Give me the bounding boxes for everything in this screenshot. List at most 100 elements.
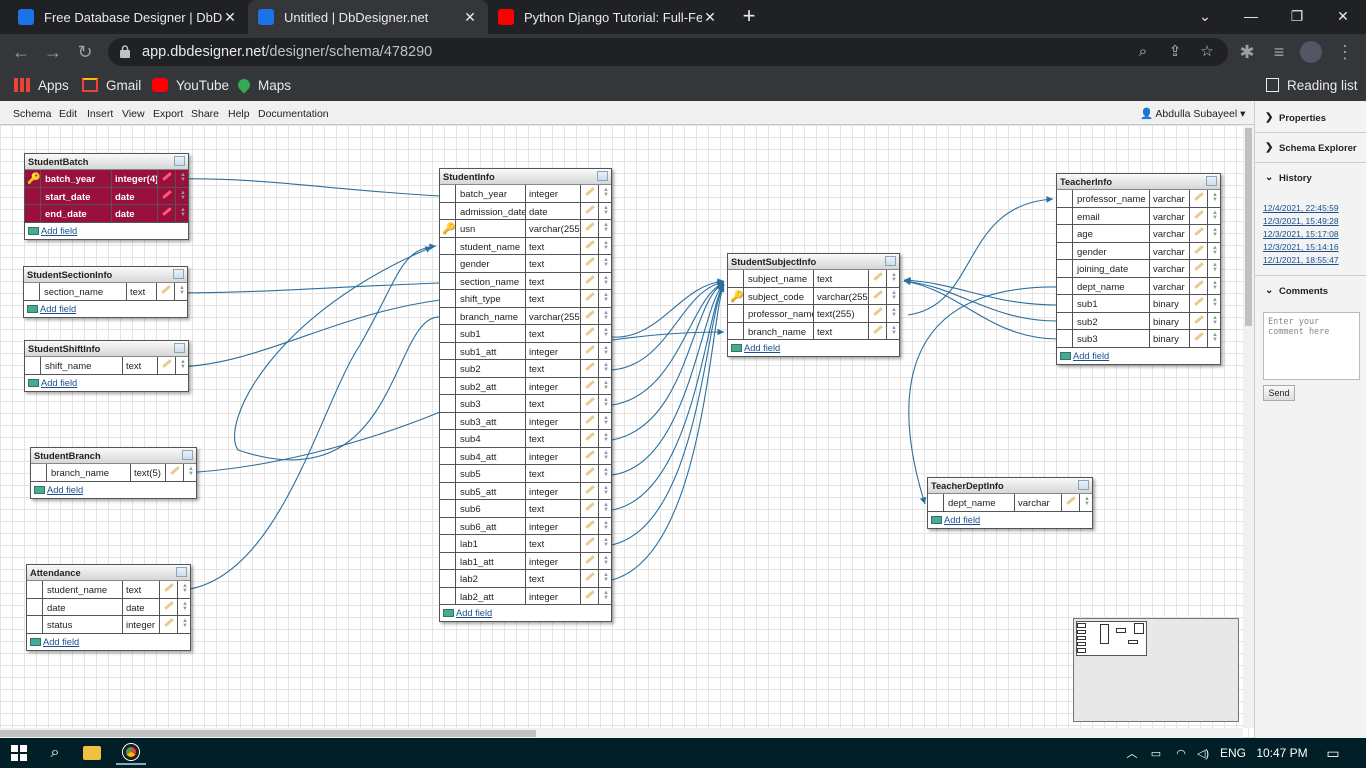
reorder-handle[interactable]: ▲ ▼ xyxy=(887,288,899,305)
edit-field-button[interactable] xyxy=(581,360,599,377)
edit-field-button[interactable] xyxy=(158,205,176,222)
horizontal-scroll-thumb[interactable] xyxy=(0,730,536,737)
add-field-button[interactable]: Add field xyxy=(728,340,899,356)
edit-field-button[interactable] xyxy=(166,464,184,481)
reading-list[interactable]: Reading list xyxy=(1266,76,1358,94)
edit-field-button[interactable] xyxy=(160,616,178,633)
field-row[interactable]: sub1_att integer ▲ ▼ xyxy=(440,342,611,360)
edit-field-button[interactable] xyxy=(581,290,599,307)
field-row[interactable]: joining_date varchar ▲ ▼ xyxy=(1057,260,1220,278)
reorder-handle[interactable]: ▲ ▼ xyxy=(178,581,190,598)
table-header[interactable]: TeacherInfo xyxy=(1057,174,1220,190)
reorder-handle[interactable]: ▲ ▼ xyxy=(176,187,188,204)
reorder-handle[interactable]: ▲ ▼ xyxy=(887,323,899,340)
field-row[interactable]: lab2 text ▲ ▼ xyxy=(440,570,611,588)
field-row[interactable]: batch_year integer ▲ ▼ xyxy=(440,185,611,203)
edit-field-button[interactable] xyxy=(1190,330,1208,347)
reorder-handle[interactable]: ▲ ▼ xyxy=(1208,225,1220,242)
forward-button[interactable]: → xyxy=(40,40,66,64)
reorder-handle[interactable]: ▲ ▼ xyxy=(599,343,611,360)
reload-button[interactable]: ↻ xyxy=(72,40,98,64)
field-row[interactable]: sub5 text ▲ ▼ xyxy=(440,465,611,483)
edit-field-button[interactable] xyxy=(581,185,599,202)
edit-field-button[interactable] xyxy=(581,552,599,569)
properties-section[interactable]: ❯ Properties xyxy=(1255,103,1366,133)
reorder-handle[interactable]: ▲ ▼ xyxy=(599,360,611,377)
wifi-icon[interactable]: ◠ xyxy=(1172,741,1190,765)
table-studentbranch[interactable]: StudentBranch branch_name text(5) ▲ ▼ Add fie… xyxy=(30,447,197,499)
edit-field-button[interactable] xyxy=(581,272,599,289)
field-row[interactable]: sub1 text ▲ ▼ xyxy=(440,325,611,343)
reorder-handle[interactable]: ▲ ▼ xyxy=(1208,313,1220,330)
menu-edit[interactable]: Edit xyxy=(59,108,77,120)
restore-button[interactable]: ❐ xyxy=(1274,0,1320,34)
reorder-handle[interactable]: ▲ ▼ xyxy=(176,357,188,374)
edit-field-button[interactable] xyxy=(1190,190,1208,207)
edit-field-button[interactable] xyxy=(581,535,599,552)
table-studentbatch[interactable]: StudentBatch 🔑 batch_year integer(4) ▲ ▼ start… xyxy=(24,153,189,240)
table-settings-icon[interactable] xyxy=(174,343,185,353)
edit-field-button[interactable] xyxy=(581,220,599,237)
field-row[interactable]: shift_name text ▲ ▼ xyxy=(25,357,188,375)
schema-explorer-section[interactable]: ❯ Schema Explorer xyxy=(1255,133,1366,163)
reorder-handle[interactable]: ▲ ▼ xyxy=(1208,278,1220,295)
field-row[interactable]: gender varchar ▲ ▼ xyxy=(1057,242,1220,260)
history-item[interactable]: 12/3/2021, 15:17:08 xyxy=(1263,229,1339,239)
reorder-handle[interactable]: ▲ ▼ xyxy=(1208,330,1220,347)
reorder-handle[interactable]: ▲ ▼ xyxy=(599,325,611,342)
field-row[interactable]: sub3_att integer ▲ ▼ xyxy=(440,412,611,430)
language-indicator[interactable]: ENG xyxy=(1218,741,1248,765)
reorder-handle[interactable]: ▲ ▼ xyxy=(1208,243,1220,260)
reorder-handle[interactable]: ▲ ▼ xyxy=(599,483,611,500)
add-field-button[interactable]: Add field xyxy=(1057,348,1220,364)
table-studentshiftinfo[interactable]: StudentShiftInfo shift_name text ▲ ▼ Add fiel… xyxy=(24,340,189,392)
battery-icon[interactable]: ▭ xyxy=(1147,741,1165,765)
bookmark-apps[interactable]: Apps xyxy=(14,76,69,94)
comments-section[interactable]: ⌄ Comments xyxy=(1255,275,1366,305)
field-row[interactable]: student_name text ▲ ▼ xyxy=(440,237,611,255)
edit-field-button[interactable] xyxy=(869,305,887,322)
reorder-handle[interactable]: ▲ ▼ xyxy=(599,273,611,290)
field-row[interactable]: sub5_att integer ▲ ▼ xyxy=(440,482,611,500)
table-header[interactable]: StudentInfo xyxy=(440,169,611,185)
field-row[interactable]: admission_date date ▲ ▼ xyxy=(440,202,611,220)
edit-field-button[interactable] xyxy=(581,255,599,272)
reorder-handle[interactable]: ▲ ▼ xyxy=(599,448,611,465)
menu-view[interactable]: View xyxy=(122,108,145,120)
field-row[interactable]: 🔑 usn varchar(255) ▲ ▼ xyxy=(440,220,611,238)
tab-search-icon[interactable]: ⌄ xyxy=(1182,0,1228,34)
table-settings-icon[interactable] xyxy=(182,450,193,460)
table-header[interactable]: StudentBranch xyxy=(31,448,196,464)
edit-field-button[interactable] xyxy=(581,412,599,429)
history-item[interactable]: 12/4/2021, 22:45:59 xyxy=(1263,203,1339,213)
field-row[interactable]: sub4_att integer ▲ ▼ xyxy=(440,447,611,465)
field-row[interactable]: professor_name varchar ▲ ▼ xyxy=(1057,190,1220,208)
send-button[interactable]: Send xyxy=(1263,385,1295,401)
reorder-handle[interactable]: ▲ ▼ xyxy=(1208,295,1220,312)
table-studentsubjectinfo[interactable]: StudentSubjectInfo subject_name text ▲ ▼ 🔑 sub… xyxy=(727,253,900,357)
menu-export[interactable]: Export xyxy=(153,108,183,120)
table-settings-icon[interactable] xyxy=(174,156,185,166)
bookmark-youtube[interactable]: YouTube xyxy=(152,76,229,94)
table-teacherdeptinfo[interactable]: TeacherDeptInfo dept_name varchar ▲ ▼ Add fie… xyxy=(927,477,1093,529)
add-field-button[interactable]: Add field xyxy=(31,482,196,498)
table-teacherinfo[interactable]: TeacherInfo professor_name varchar ▲ ▼ email v… xyxy=(1056,173,1221,365)
field-row[interactable]: sub6 text ▲ ▼ xyxy=(440,500,611,518)
reorder-handle[interactable]: ▲ ▼ xyxy=(599,570,611,587)
edit-field-button[interactable] xyxy=(1190,312,1208,329)
address-bar[interactable]: app.dbdesigner.net/designer/schema/47829… xyxy=(108,38,1228,66)
edit-field-button[interactable] xyxy=(581,465,599,482)
table-settings-icon[interactable] xyxy=(1078,480,1089,490)
table-studentsectioninfo[interactable]: StudentSectionInfo section_name text ▲ ▼ Add … xyxy=(23,266,188,318)
extensions-icon[interactable]: ✱ xyxy=(1234,40,1260,64)
edit-field-button[interactable] xyxy=(581,325,599,342)
table-settings-icon[interactable] xyxy=(885,256,896,266)
reorder-handle[interactable]: ▲ ▼ xyxy=(176,205,188,222)
edit-field-button[interactable] xyxy=(1190,295,1208,312)
reorder-handle[interactable]: ▲ ▼ xyxy=(599,290,611,307)
field-row[interactable]: lab2_att integer ▲ ▼ xyxy=(440,587,611,605)
media-control-icon[interactable]: ≡ xyxy=(1266,40,1292,64)
field-row[interactable]: date date ▲ ▼ xyxy=(27,598,190,616)
close-icon[interactable]: ✕ xyxy=(462,9,478,26)
field-row[interactable]: sub2 text ▲ ▼ xyxy=(440,360,611,378)
